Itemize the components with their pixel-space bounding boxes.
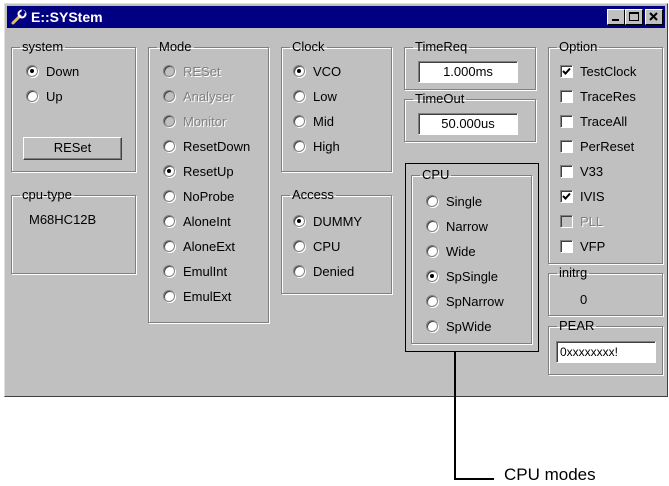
checkbox-label: TraceAll	[580, 114, 628, 129]
checkbox-label: PerReset	[580, 139, 635, 154]
close-icon	[649, 12, 658, 21]
checkbox[interactable]	[560, 215, 573, 228]
reset-button[interactable]: RESet	[23, 137, 122, 160]
radio-label: ResetDown	[183, 139, 251, 154]
timereq-legend: TimeReq	[415, 39, 468, 54]
initrg-group: initrg	[548, 266, 663, 316]
checkbox[interactable]	[560, 140, 573, 153]
checkbox-label: TraceRes	[580, 89, 636, 104]
checkbox-label: PLL	[580, 214, 604, 229]
checkbox-label: IVIS	[580, 189, 605, 204]
option-legend: Option	[559, 39, 598, 54]
checkbox[interactable]	[560, 90, 573, 103]
radio-button[interactable]	[163, 190, 175, 202]
radio-button[interactable]	[293, 215, 305, 227]
checkbox-label: TestClock	[580, 64, 637, 79]
checkbox[interactable]	[560, 115, 573, 128]
radio-label: VCO	[313, 64, 342, 79]
radio-label: AloneInt	[183, 214, 231, 229]
timereq-input[interactable]: 1.000ms	[418, 61, 518, 83]
radio-button[interactable]	[163, 165, 175, 177]
radio-button[interactable]	[163, 290, 175, 302]
radio-label: Denied	[313, 264, 355, 279]
cpu-modes-callout: CPU modes	[504, 465, 596, 484]
checkbox[interactable]	[560, 240, 573, 253]
pear-legend: PEAR	[559, 318, 595, 333]
initrg-legend: initrg	[559, 265, 588, 280]
minimize-icon	[612, 19, 619, 21]
radio-button[interactable]	[163, 140, 175, 152]
radio-button[interactable]	[293, 65, 305, 77]
window-title: E::SYStem	[31, 9, 103, 25]
cpu-type-group: cpu-type	[11, 188, 136, 274]
maximize-icon	[629, 12, 639, 21]
timeout-legend: TimeOut	[415, 91, 465, 106]
checkbox-label: V33	[580, 164, 604, 179]
access-legend: Access	[292, 187, 334, 202]
radio-label: Analyser	[183, 89, 234, 104]
radio-button[interactable]	[293, 240, 305, 252]
timeout-input[interactable]: 50.000us	[418, 113, 518, 135]
radio-button[interactable]	[293, 140, 305, 152]
title-bar[interactable]: E::SYStem	[7, 6, 665, 28]
checkbox[interactable]	[560, 165, 573, 178]
radio-label: RESet	[183, 64, 221, 79]
radio-button[interactable]	[163, 65, 175, 77]
callout-line	[454, 352, 456, 479]
close-button[interactable]	[645, 9, 663, 25]
radio-button[interactable]	[163, 115, 175, 127]
mode-legend: Mode	[159, 39, 192, 54]
pear-input[interactable]: 0xxxxxxxx!	[556, 341, 656, 363]
radio-button[interactable]	[163, 215, 175, 227]
radio-label: EmulInt	[183, 264, 228, 279]
radio-label: AloneExt	[183, 239, 236, 254]
radio-label: High	[313, 139, 340, 154]
radio-button[interactable]	[163, 265, 175, 277]
checkbox[interactable]	[560, 190, 573, 203]
initrg-value: 0	[580, 292, 588, 307]
wrench-icon	[11, 9, 27, 25]
radio-button[interactable]	[293, 265, 305, 277]
cpu-highlight-box	[405, 163, 539, 352]
checkmark-icon	[562, 67, 571, 75]
radio-label: CPU	[313, 239, 341, 254]
radio-label: EmulExt	[183, 289, 232, 304]
callout-line	[454, 478, 494, 480]
radio-button[interactable]	[163, 240, 175, 252]
radio-button[interactable]	[293, 90, 305, 102]
radio-button[interactable]	[293, 115, 305, 127]
radio-label: Mid	[313, 114, 334, 129]
radio-button[interactable]	[163, 90, 175, 102]
checkbox-label: VFP	[580, 239, 606, 254]
radio-button[interactable]	[26, 65, 38, 77]
radio-label: NoProbe	[183, 189, 235, 204]
cpu-type-value: M68HC12B	[29, 212, 97, 227]
radio-label: Low	[313, 89, 337, 104]
radio-label: Up	[46, 89, 63, 104]
checkmark-icon	[562, 192, 571, 200]
radio-label: DUMMY	[313, 214, 363, 229]
cpu-type-legend: cpu-type	[22, 187, 72, 202]
checkbox[interactable]	[560, 65, 573, 78]
system-legend: system	[22, 39, 64, 54]
radio-button[interactable]	[26, 90, 38, 102]
radio-label: Down	[46, 64, 80, 79]
clock-legend: Clock	[292, 39, 325, 54]
minimize-button[interactable]	[607, 9, 625, 25]
radio-label: ResetUp	[183, 164, 234, 179]
radio-label: Monitor	[183, 114, 227, 129]
maximize-button[interactable]	[625, 9, 643, 25]
